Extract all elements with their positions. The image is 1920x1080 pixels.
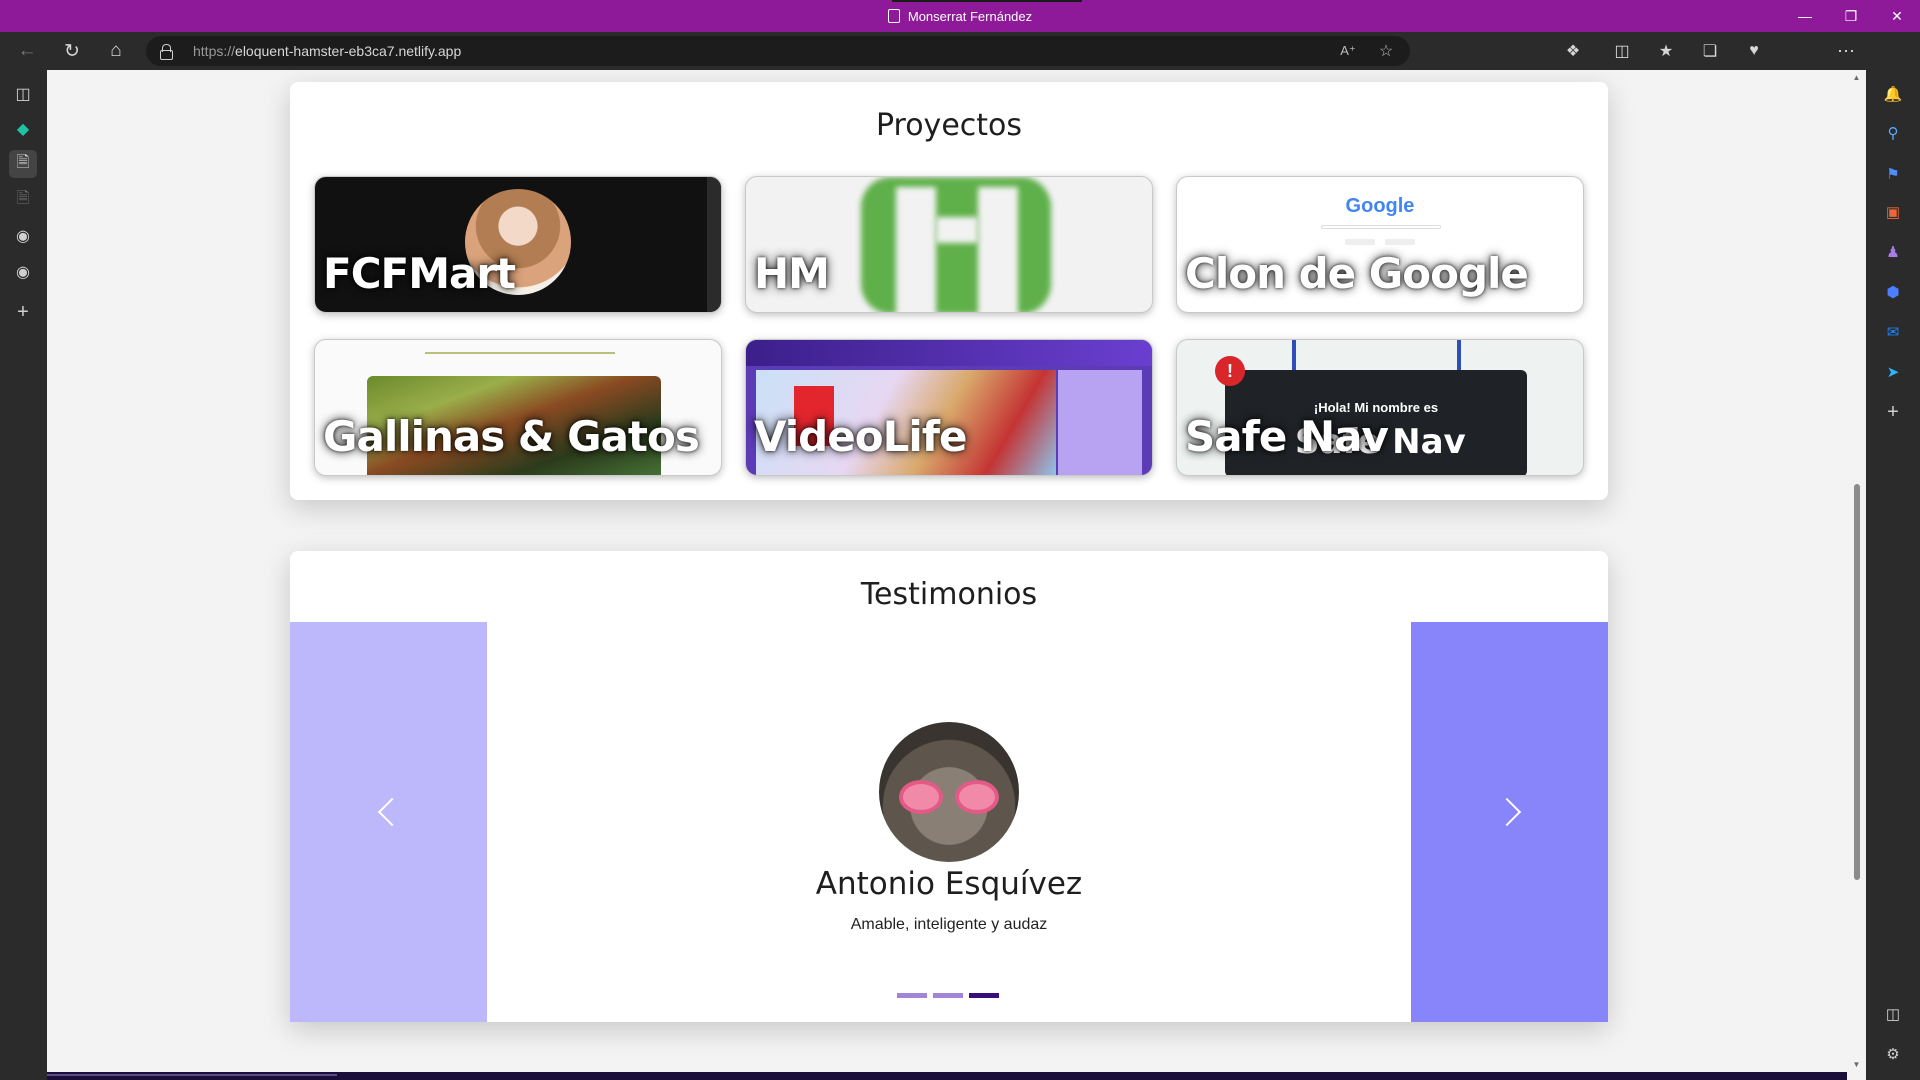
chevron-left-icon xyxy=(377,797,407,827)
read-aloud-icon[interactable]: A⁺ xyxy=(1332,36,1364,66)
scroll-up-arrow-icon[interactable]: ▲ xyxy=(1851,73,1862,82)
google-logo-text: Google xyxy=(1345,195,1415,217)
microsoft365-icon[interactable]: ⬢ xyxy=(1881,280,1905,304)
games-icon[interactable]: ♟ xyxy=(1881,240,1905,264)
search-icon[interactable]: ⚲ xyxy=(1881,121,1905,145)
google-lucky-btn xyxy=(1385,239,1415,245)
url-host: eloquent-hamster-eb3ca7.netlify.app xyxy=(235,43,462,59)
tab-github-icon-2[interactable]: ◉ xyxy=(9,258,37,286)
tab-diamond-icon[interactable]: ◆ xyxy=(9,115,37,143)
project-card-google[interactable]: Google Clon de Google xyxy=(1176,176,1584,313)
lock-icon[interactable] xyxy=(160,44,173,60)
google-search-box xyxy=(1321,225,1441,229)
testimonial-name: Antonio Esquívez xyxy=(815,866,1083,902)
page-viewport: Proyectos FCFMart HM Google Clon de Goog… xyxy=(47,70,1847,1072)
favorite-star-icon[interactable]: ☆ xyxy=(1370,36,1402,66)
heart-glasses-right xyxy=(955,780,999,814)
safenav-pole-left xyxy=(1292,340,1296,370)
testimonial-quote: Amable, inteligente y audaz xyxy=(850,916,1048,933)
home-icon[interactable]: ⌂ xyxy=(98,32,134,70)
url-text[interactable]: https://eloquent-hamster-eb3ca7.netlify.… xyxy=(193,36,461,66)
url-protocol: https:// xyxy=(193,43,236,59)
testimonials-heading: Testimonios xyxy=(860,577,1038,612)
carousel-next-button[interactable] xyxy=(1411,622,1608,1022)
scroll-down-arrow-icon[interactable]: ▼ xyxy=(1851,1060,1862,1069)
carousel-prev-button[interactable] xyxy=(290,622,487,1022)
carousel-indicator-2[interactable] xyxy=(933,993,963,998)
google-search-btn xyxy=(1345,239,1375,245)
chevron-right-icon xyxy=(1492,797,1522,827)
outlook-icon[interactable]: ✉ xyxy=(1881,320,1905,344)
project-label-google: Clon de Google xyxy=(1185,249,1529,298)
split-screen-icon[interactable]: ◫ xyxy=(1604,32,1640,70)
notifications-icon[interactable]: 🔔 xyxy=(1881,82,1905,106)
new-tab-icon[interactable]: + xyxy=(9,298,37,326)
window-title: Monserrat Fernández xyxy=(0,0,1920,32)
safenav-pole-right xyxy=(1457,340,1461,370)
window-title-bar: Monserrat Fernández — ❐ ✕ xyxy=(0,0,1920,32)
page-scrollbar[interactable]: ▲ ▼ xyxy=(1847,70,1866,1072)
browser-essentials-icon[interactable]: ♥ xyxy=(1736,32,1772,70)
scrollbar-thumb[interactable] xyxy=(1854,484,1860,880)
hm-logo-image xyxy=(861,177,1051,312)
footer-accent xyxy=(47,1074,337,1076)
add-sidebar-app-icon[interactable]: + xyxy=(1881,400,1905,424)
tools-icon[interactable]: ▣ xyxy=(1881,200,1905,224)
project-card-videolife[interactable]: VideoLife xyxy=(745,339,1153,476)
tab-github-icon[interactable]: ◉ xyxy=(9,222,37,250)
sidebar-settings-icon[interactable]: ⚙ xyxy=(1881,1042,1905,1066)
project-label-hm: HM xyxy=(754,249,830,298)
collections-icon[interactable]: ❏ xyxy=(1692,32,1728,70)
project-label-gallinas: Gallinas & Gatos xyxy=(323,412,700,461)
window-title-text: Monserrat Fernández xyxy=(907,8,1033,24)
heart-glasses-left xyxy=(899,780,943,814)
browser-toolbar: ← ↻ ⌂ https://eloquent-hamster-eb3ca7.ne… xyxy=(0,32,1920,98)
tab-page-active-icon[interactable]: 🗎 xyxy=(9,150,37,178)
more-options-icon[interactable]: ⋯ xyxy=(1828,32,1864,70)
vertical-tabs-bar: ◫ ◆ 🗎 🗎 ◉ ◉ + xyxy=(0,70,47,1080)
project-label-fcfmart: FCFMart xyxy=(323,249,516,298)
testimonials-section: Testimonios Antonio Esquívez Amable, int… xyxy=(290,551,1608,1022)
favorites-icon[interactable]: ★ xyxy=(1648,32,1684,70)
tab-page-icon[interactable]: 🗎 xyxy=(9,186,37,214)
carousel-indicator-3-active[interactable] xyxy=(969,993,999,998)
address-bar[interactable]: https://eloquent-hamster-eb3ca7.netlify.… xyxy=(146,36,1410,66)
videolife-side-panel xyxy=(1058,370,1142,475)
document-icon xyxy=(887,9,900,23)
projects-heading: Proyectos xyxy=(875,108,1023,143)
projects-section: Proyectos FCFMart HM Google Clon de Goog… xyxy=(290,82,1608,500)
extensions-icon[interactable]: ❖ xyxy=(1555,32,1591,70)
project-card-hm[interactable]: HM xyxy=(745,176,1153,313)
hide-sidebar-icon[interactable]: ◫ xyxy=(1881,1002,1905,1026)
edge-sidebar: 🔔 ⚲ ⚑ ▣ ♟ ⬢ ✉ ➤ + ◫ ⚙ xyxy=(1866,70,1920,1080)
minimize-button[interactable]: — xyxy=(1782,0,1828,32)
carousel-indicator-1[interactable] xyxy=(897,993,927,998)
project-label-safenav: Safe Nav xyxy=(1185,412,1389,461)
fcfmart-scrollbar xyxy=(707,177,721,312)
close-button[interactable]: ✕ xyxy=(1874,0,1920,32)
gallinas-header-text xyxy=(425,352,615,354)
restore-button[interactable]: ❐ xyxy=(1828,0,1874,32)
project-label-videolife: VideoLife xyxy=(754,412,967,461)
videolife-nav xyxy=(746,340,1152,366)
project-card-safenav[interactable]: ¡Hola! Mi nombre es Safe Nav ! Safe Nav xyxy=(1176,339,1584,476)
shopping-tag-icon[interactable]: ⚑ xyxy=(1881,162,1905,186)
testimonial-avatar xyxy=(879,722,1019,862)
page-footer-edge xyxy=(47,1072,1847,1080)
back-icon[interactable]: ← xyxy=(9,32,45,70)
project-card-fcfmart[interactable]: FCFMart xyxy=(314,176,722,313)
project-card-gallinas[interactable]: Gallinas & Gatos xyxy=(314,339,722,476)
refresh-icon[interactable]: ↻ xyxy=(54,32,90,70)
hm-logo-gap-left xyxy=(896,187,936,312)
tab-actions-icon[interactable]: ◫ xyxy=(9,80,37,108)
hm-logo-gap-right xyxy=(978,187,1018,312)
testimonials-carousel: Antonio Esquívez Amable, inteligente y a… xyxy=(290,622,1608,1022)
hm-logo-gap-mid xyxy=(936,217,978,243)
drop-icon[interactable]: ➤ xyxy=(1881,360,1905,384)
safenav-alert-icon: ! xyxy=(1215,356,1245,386)
